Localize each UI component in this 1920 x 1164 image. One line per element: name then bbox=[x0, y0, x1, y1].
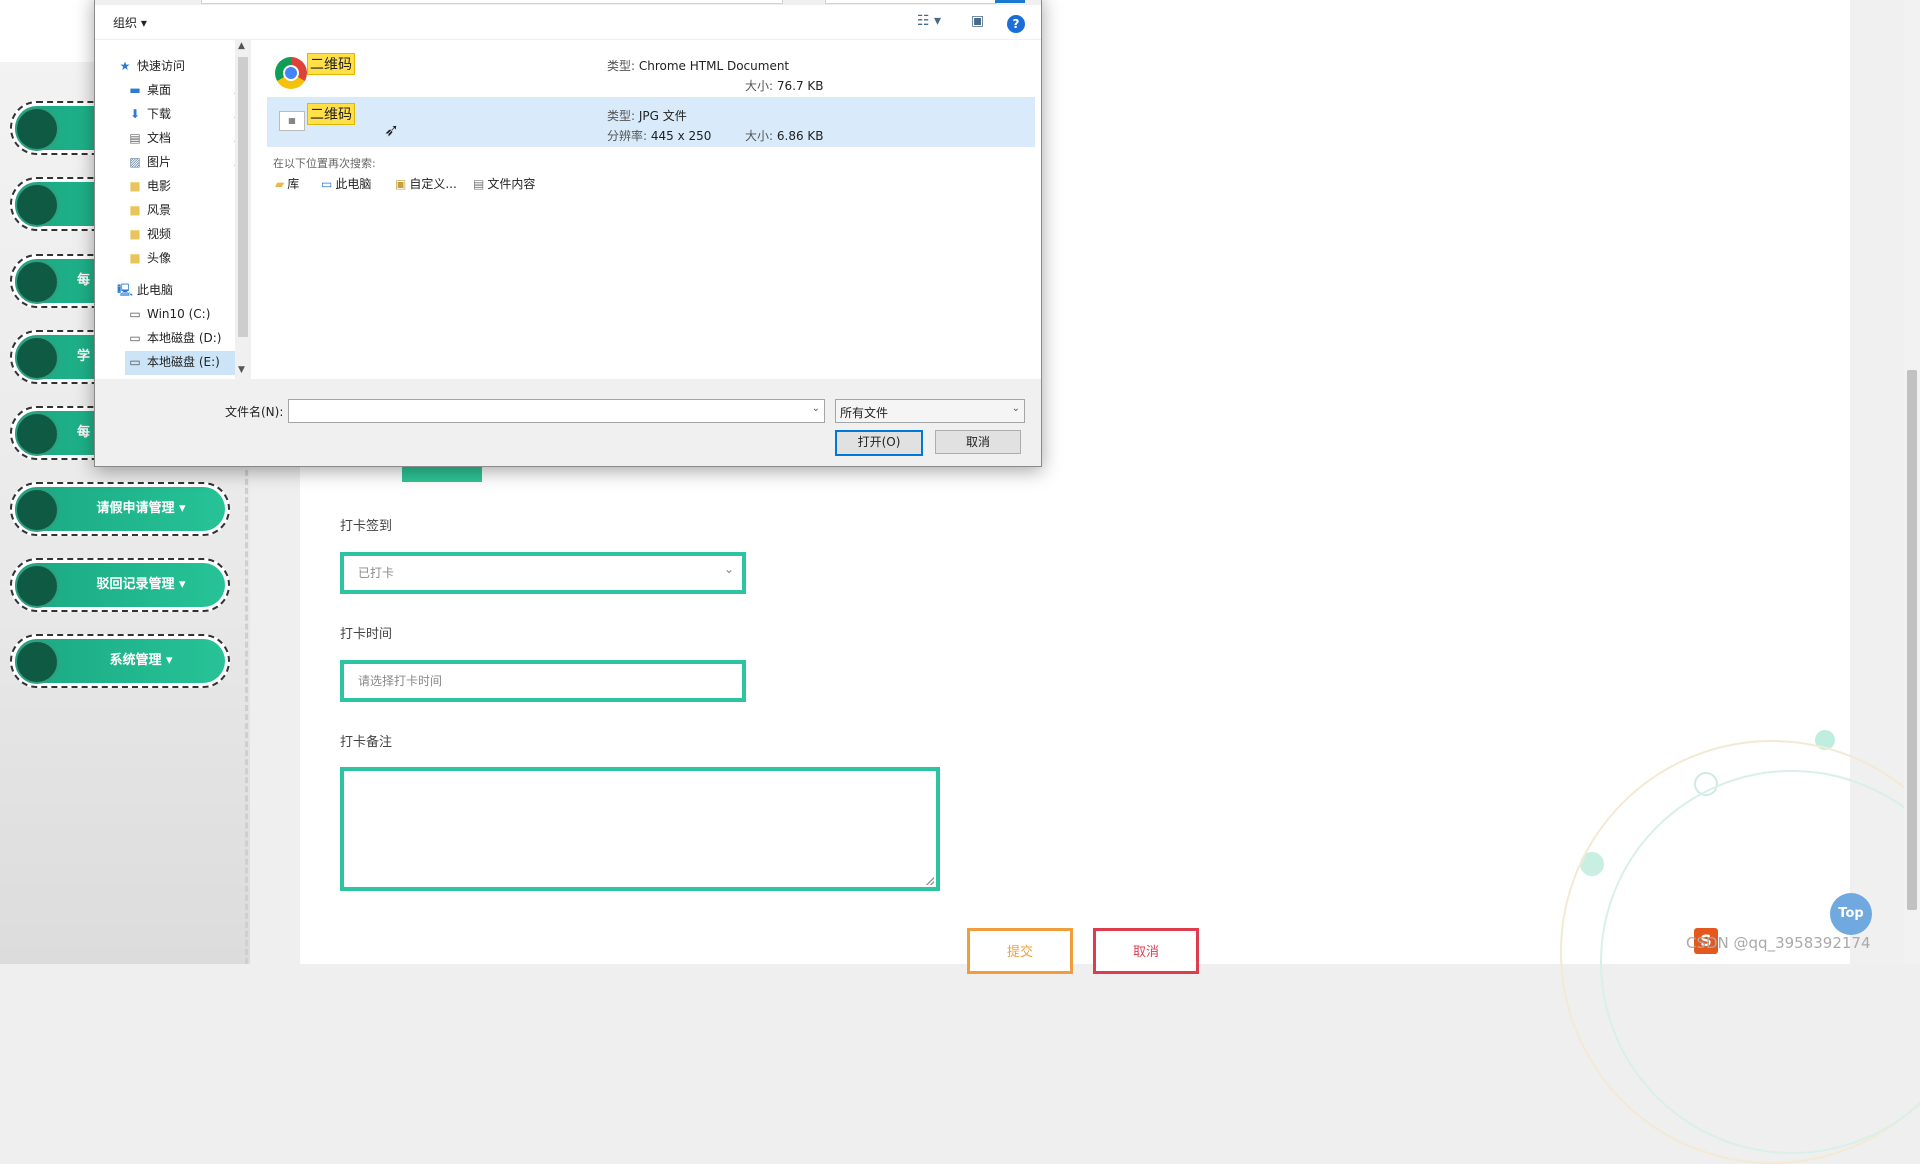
file-type: 类型: Chrome HTML Document bbox=[607, 59, 790, 73]
file-contents-icon: ▤ bbox=[473, 177, 485, 191]
open-button[interactable]: 打开(O) bbox=[835, 430, 923, 456]
submit-button[interactable]: 提交 bbox=[967, 928, 1073, 974]
desktop-icon: ▬ bbox=[129, 83, 141, 97]
checkin-label: 打卡签到 bbox=[340, 519, 393, 534]
scroll-up-icon[interactable]: ▲ bbox=[238, 41, 245, 51]
search-button[interactable] bbox=[995, 0, 1025, 3]
file-type: 类型: JPG 文件 bbox=[607, 109, 687, 123]
menu-bullet-icon bbox=[15, 183, 59, 227]
file-name: 二维码 bbox=[307, 53, 355, 75]
pictures-icon: ▨ bbox=[129, 155, 141, 169]
nav-item-videos[interactable]: ■ 视频 bbox=[127, 223, 171, 245]
nav-item-downloads[interactable]: ⬇下载📌 bbox=[127, 103, 245, 125]
menu-bullet-icon bbox=[15, 260, 59, 304]
filename-input[interactable]: ⌄ bbox=[288, 399, 825, 423]
checkin-time-placeholder: 请选择打卡时间 bbox=[358, 674, 443, 688]
menu-bullet-icon bbox=[15, 488, 59, 532]
dialog-cancel-button[interactable]: 取消 bbox=[935, 430, 1021, 454]
menu-bullet-icon bbox=[15, 640, 59, 684]
nav-drive-c[interactable]: ▭ Win10 (C:) bbox=[127, 303, 210, 325]
drive-icon: ▭ bbox=[129, 307, 141, 321]
library-icon: ▰ bbox=[275, 177, 285, 191]
help-icon[interactable]: ? bbox=[1007, 15, 1025, 33]
chevron-down-icon[interactable]: ⌄ bbox=[812, 403, 820, 414]
file-row-html[interactable]: 二维码 类型: Chrome HTML Document 大小: 76.7 KB bbox=[267, 47, 1035, 97]
folder-icon: ■ bbox=[129, 227, 141, 241]
chrome-icon bbox=[275, 57, 307, 89]
resize-grip-icon[interactable] bbox=[926, 877, 934, 885]
organize-button[interactable]: 组织 ▾ bbox=[113, 14, 147, 31]
filetype-select[interactable]: 所有文件 ⌄ bbox=[835, 399, 1025, 423]
remark-label: 打卡备注 bbox=[340, 735, 393, 750]
page-scrollbar-thumb[interactable] bbox=[1907, 370, 1917, 910]
sidebar-item-system-settings[interactable]: 系统管理 ▾ bbox=[10, 634, 230, 688]
nav-scrollbar-thumb[interactable] bbox=[238, 57, 248, 337]
menu-bullet-icon bbox=[15, 564, 59, 608]
nav-item-scenery[interactable]: ■ 风景 bbox=[127, 199, 171, 221]
computer-icon: ▭ bbox=[321, 177, 333, 191]
nav-item-documents[interactable]: ▤文档📌 bbox=[127, 127, 245, 149]
nav-quick-access[interactable]: ★ 快速访问 bbox=[117, 55, 185, 77]
preview-pane-icon[interactable]: ▣ bbox=[971, 13, 984, 29]
search-field[interactable] bbox=[825, 0, 997, 4]
mouse-cursor-icon: ➶ bbox=[384, 120, 400, 141]
nav-item-movies[interactable]: ■ 电影 bbox=[127, 175, 171, 197]
dialog-toolbar: 组织 ▾ ☷ ▾ ▣ ? bbox=[95, 5, 1041, 40]
sidebar-item-rejection-records[interactable]: 驳回记录管理 ▾ bbox=[10, 558, 230, 612]
file-name: 二维码 bbox=[307, 103, 355, 125]
watermark-text: CSDN @qq_3958392174 bbox=[1686, 934, 1871, 952]
nav-drive-d[interactable]: ▭ 本地磁盘 (D:) bbox=[127, 327, 221, 349]
custom-folder-icon: ▣ bbox=[395, 177, 407, 191]
sidebar-item-leave-requests[interactable]: 请假申请管理 ▾ bbox=[10, 482, 230, 536]
nav-item-pictures[interactable]: ▨图片📌 bbox=[127, 151, 245, 173]
file-open-dialog: 组织 ▾ ☷ ▾ ▣ ? ★快速访问 ▬桌面📌 ⬇下载📌 ▤文档📌 ▨图片📌 ■… bbox=[94, 0, 1042, 467]
document-icon: ▤ bbox=[129, 131, 141, 145]
file-size: 大小: 6.86 KB bbox=[745, 129, 824, 143]
search-again-label: 在以下位置再次搜索: bbox=[273, 157, 376, 170]
nav-item-desktop[interactable]: ▬桌面📌 bbox=[127, 79, 245, 101]
search-location-file-contents[interactable]: ▤ 文件内容 bbox=[473, 175, 535, 192]
folder-icon: ■ bbox=[129, 203, 141, 217]
file-row-jpg[interactable]: ▦ 二维码 类型: JPG 文件 分辨率: 445 x 250 大小: 6.86… bbox=[267, 97, 1035, 147]
nav-drive-e[interactable]: ▭ 本地磁盘 (E:) bbox=[127, 351, 219, 373]
remark-textarea[interactable] bbox=[340, 767, 940, 891]
menu-bullet-icon bbox=[15, 107, 59, 151]
dialog-bottom-bar: 文件名(N): ⌄ 所有文件 ⌄ 打开(O) 取消 bbox=[95, 379, 1041, 466]
folder-icon: ■ bbox=[129, 179, 141, 193]
computer-icon: 🖳 bbox=[117, 283, 134, 297]
file-size: 大小: 76.7 KB bbox=[745, 79, 824, 93]
nav-item-avatars[interactable]: ■ 头像 bbox=[127, 247, 171, 269]
checkin-select[interactable]: 已打卡 ⌄ bbox=[340, 552, 746, 594]
cancel-button[interactable]: 取消 bbox=[1093, 928, 1199, 974]
address-field[interactable] bbox=[201, 0, 783, 4]
time-label: 打卡时间 bbox=[340, 627, 393, 642]
search-location-custom[interactable]: ▣ 自定义... bbox=[395, 175, 457, 192]
filename-label: 文件名(N): bbox=[225, 405, 284, 419]
drive-icon: ▭ bbox=[129, 355, 141, 369]
file-resolution: 分辨率: 445 x 250 bbox=[607, 129, 712, 143]
scroll-down-icon[interactable]: ▼ bbox=[238, 365, 245, 375]
chevron-down-icon: ⌄ bbox=[1011, 403, 1020, 414]
sidebar-divider bbox=[245, 470, 248, 964]
checkin-time-input[interactable]: 请选择打卡时间 bbox=[340, 660, 746, 702]
search-location-this-pc[interactable]: ▭ 此电脑 bbox=[321, 175, 371, 192]
checkin-select-value: 已打卡 bbox=[358, 566, 395, 580]
nav-this-pc[interactable]: 🖳 此电脑 bbox=[117, 279, 173, 301]
view-options-icon[interactable]: ☷ ▾ bbox=[917, 13, 941, 29]
back-to-top-button[interactable]: Top bbox=[1830, 893, 1872, 935]
drive-icon: ▭ bbox=[129, 331, 141, 345]
star-icon: ★ bbox=[119, 59, 131, 73]
menu-bullet-icon bbox=[15, 336, 59, 380]
search-location-library[interactable]: ▰ 库 bbox=[275, 175, 299, 192]
menu-bullet-icon bbox=[15, 412, 59, 456]
chevron-down-icon: ⌄ bbox=[723, 562, 734, 576]
image-file-icon: ▦ bbox=[279, 111, 305, 131]
folder-icon: ■ bbox=[129, 251, 141, 265]
download-icon: ⬇ bbox=[129, 107, 141, 121]
